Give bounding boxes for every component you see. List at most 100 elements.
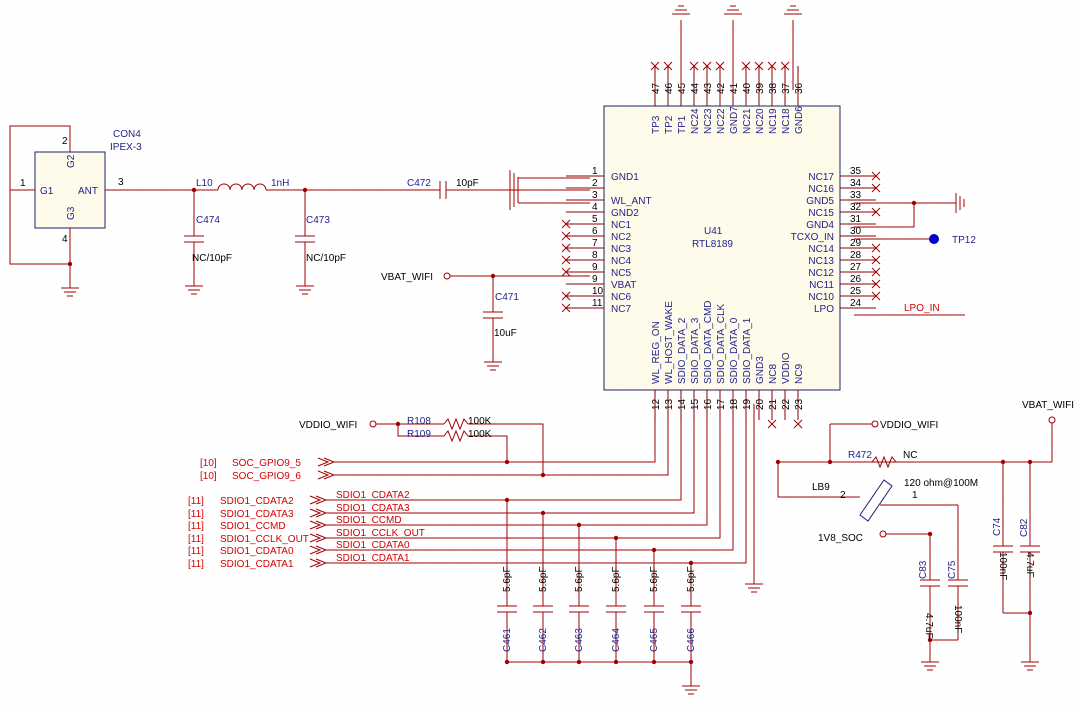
pin-name: WL_REG_ON bbox=[651, 321, 662, 384]
con4-pin1: 1 bbox=[20, 178, 26, 189]
u41-pin-bottom-16: 16 SDIO_DATA_CMD bbox=[703, 300, 714, 420]
pin-number: 38 bbox=[768, 82, 779, 94]
pin-number: 36 bbox=[794, 82, 805, 94]
pin-name: GND5 bbox=[806, 196, 834, 207]
pin-number: 11 bbox=[592, 298, 603, 309]
capacitor-value: 5.6pF bbox=[611, 566, 622, 592]
pin-number: 31 bbox=[850, 214, 862, 225]
pin-name: NC16 bbox=[808, 184, 834, 195]
signal-soc_gpio9_6: [10] SOC_GPIO9_6 bbox=[200, 420, 669, 482]
capacitor-ref: C464 bbox=[611, 628, 622, 652]
pin-name: TCXO_IN bbox=[791, 232, 834, 243]
pin-number: 32 bbox=[850, 202, 862, 213]
pullup-resistors: VDDIO_WIFI R108 100K R109 100K bbox=[299, 416, 546, 478]
pin-name: LPO bbox=[814, 304, 834, 315]
lb9-value: 120 ohm@100M bbox=[904, 478, 978, 489]
u41-pin-top-44: 44 NC24 bbox=[689, 61, 701, 134]
u41-pin-top-42: 42 NC22 bbox=[715, 61, 727, 134]
net-label: SDIO1_CDATA3 bbox=[336, 503, 410, 514]
net-label: SDIO1_CCLK_OUT bbox=[336, 528, 425, 539]
signal-sheet-ref: [11] bbox=[188, 546, 204, 557]
capacitor-value: 5.6pF bbox=[649, 566, 660, 592]
r109-value: 100K bbox=[468, 429, 492, 440]
tp12-testpoint bbox=[929, 234, 939, 244]
signal-name: SOC_GPIO9_6 bbox=[232, 471, 301, 482]
pin-name: NC9 bbox=[794, 364, 805, 384]
pin-name: GND6 bbox=[794, 106, 805, 134]
pin-name: GND1 bbox=[611, 172, 639, 183]
c474-ref: C474 bbox=[196, 215, 220, 226]
con4-pin4: 4 bbox=[62, 234, 68, 245]
con4-ant: ANT bbox=[78, 186, 98, 197]
u41-chip: U41 RTL8189 1GND123WL_ANT4GND25NC16NC27N… bbox=[561, 61, 881, 429]
pin-name: SDIO_DATA_CMD bbox=[703, 300, 714, 384]
capacitor-c461: 5.6pF C461 bbox=[497, 497, 517, 665]
signal-name: SOC_GPIO9_5 bbox=[232, 458, 301, 469]
c472-value: 10pF bbox=[456, 178, 479, 189]
vddio-supply-block: VDDIO_WIFI R472 NC VBAT_WIFI LB9 120 ohm… bbox=[775, 400, 1074, 671]
signal-name: SDIO1_CDATA1 bbox=[220, 559, 294, 570]
signal-name: SDIO1_CDATA0 bbox=[220, 546, 294, 557]
pin-number: 24 bbox=[850, 298, 862, 309]
pin-number: 8 bbox=[592, 250, 598, 261]
chip-right-nets: TP12 LPO_IN bbox=[854, 193, 976, 316]
con4-pin2: 2 bbox=[62, 136, 68, 147]
capacitor-ref: C463 bbox=[574, 628, 585, 652]
c471-value: 10uF bbox=[494, 328, 517, 339]
c474-value: NC/10pF bbox=[192, 253, 232, 264]
pin-name: TP1 bbox=[677, 115, 688, 134]
pin-name: NC21 bbox=[742, 108, 753, 134]
pin-name: TP3 bbox=[651, 115, 662, 134]
sdio-signal-list: [10] SOC_GPIO9_5 [10] SOC_GPIO9_6 [11] SDIO1_… bbox=[188, 420, 747, 570]
c74-value: 100nF bbox=[997, 552, 1008, 580]
pin-name: NC4 bbox=[611, 256, 631, 267]
signal-name: SDIO1_CCMD bbox=[220, 521, 286, 532]
pin-name: NC17 bbox=[808, 172, 834, 183]
vbat-wifi-right-label: VBAT_WIFI bbox=[1022, 400, 1074, 411]
c472-ref: C472 bbox=[407, 178, 431, 189]
capacitor-c464: 5.6pF C464 bbox=[606, 535, 626, 665]
pin-number: 28 bbox=[850, 250, 862, 261]
pin-number: 3 bbox=[592, 190, 598, 201]
signal-sheet-ref: [11] bbox=[188, 559, 204, 570]
r108-value: 100K bbox=[468, 416, 492, 427]
pin-number: 34 bbox=[850, 178, 862, 189]
pin-number: 2 bbox=[592, 178, 598, 189]
v1v8-soc-label: 1V8_SOC bbox=[818, 533, 863, 544]
capacitor-c465: 5.6pF C465 bbox=[644, 547, 664, 665]
u41-pin-top-41: 41 GND7 bbox=[729, 66, 740, 134]
pin-number: 5 bbox=[592, 214, 598, 225]
c75-ref: C75 bbox=[947, 560, 958, 579]
pin-number: 23 bbox=[794, 398, 805, 410]
pin-name: NC3 bbox=[611, 244, 631, 255]
pin-name: WL_ANT bbox=[611, 196, 652, 207]
capacitor-ref: C462 bbox=[538, 628, 549, 652]
capacitor-c466: 5.6pF C466 bbox=[681, 560, 701, 665]
pin-name: NC6 bbox=[611, 292, 631, 303]
u41-pin-bottom-21: 21 NC8 bbox=[767, 364, 779, 429]
u41-pin-top-40: 40 NC21 bbox=[741, 61, 753, 134]
pin-name: NC13 bbox=[808, 256, 834, 267]
pin-number: 10 bbox=[592, 286, 604, 297]
pin-number: 33 bbox=[850, 190, 862, 201]
c83-value: 4.7uF bbox=[923, 613, 934, 639]
c74-ref: C74 bbox=[992, 517, 1003, 536]
pin-number: 43 bbox=[703, 82, 714, 94]
pin-name: NC11 bbox=[809, 280, 834, 291]
schematic-canvas: U41 RTL8189 1GND123WL_ANT4GND25NC16NC27N… bbox=[7, 5, 1077, 705]
con4-part: IPEX-3 bbox=[110, 142, 142, 153]
signal-name: SDIO1_CDATA2 bbox=[220, 496, 294, 507]
pin-name: VDDIO bbox=[781, 352, 792, 384]
pin-name: NC24 bbox=[690, 108, 701, 134]
pin-number: 9 bbox=[592, 262, 598, 273]
pin-number: 6 bbox=[592, 226, 598, 237]
con4-g3: G3 bbox=[66, 206, 77, 220]
u41-pin-bottom-17: 17 SDIO_DATA_CLK bbox=[716, 303, 727, 420]
vbat-wifi-label: VBAT_WIFI bbox=[381, 272, 433, 283]
gnd3-ground bbox=[745, 404, 763, 593]
signal-sheet-ref: [10] bbox=[200, 471, 217, 482]
pin-number: 7 bbox=[592, 238, 598, 249]
con4-pin3: 3 bbox=[118, 177, 124, 188]
capacitor-value: 5.6pF bbox=[502, 566, 513, 592]
c473-ref: C473 bbox=[306, 215, 330, 226]
